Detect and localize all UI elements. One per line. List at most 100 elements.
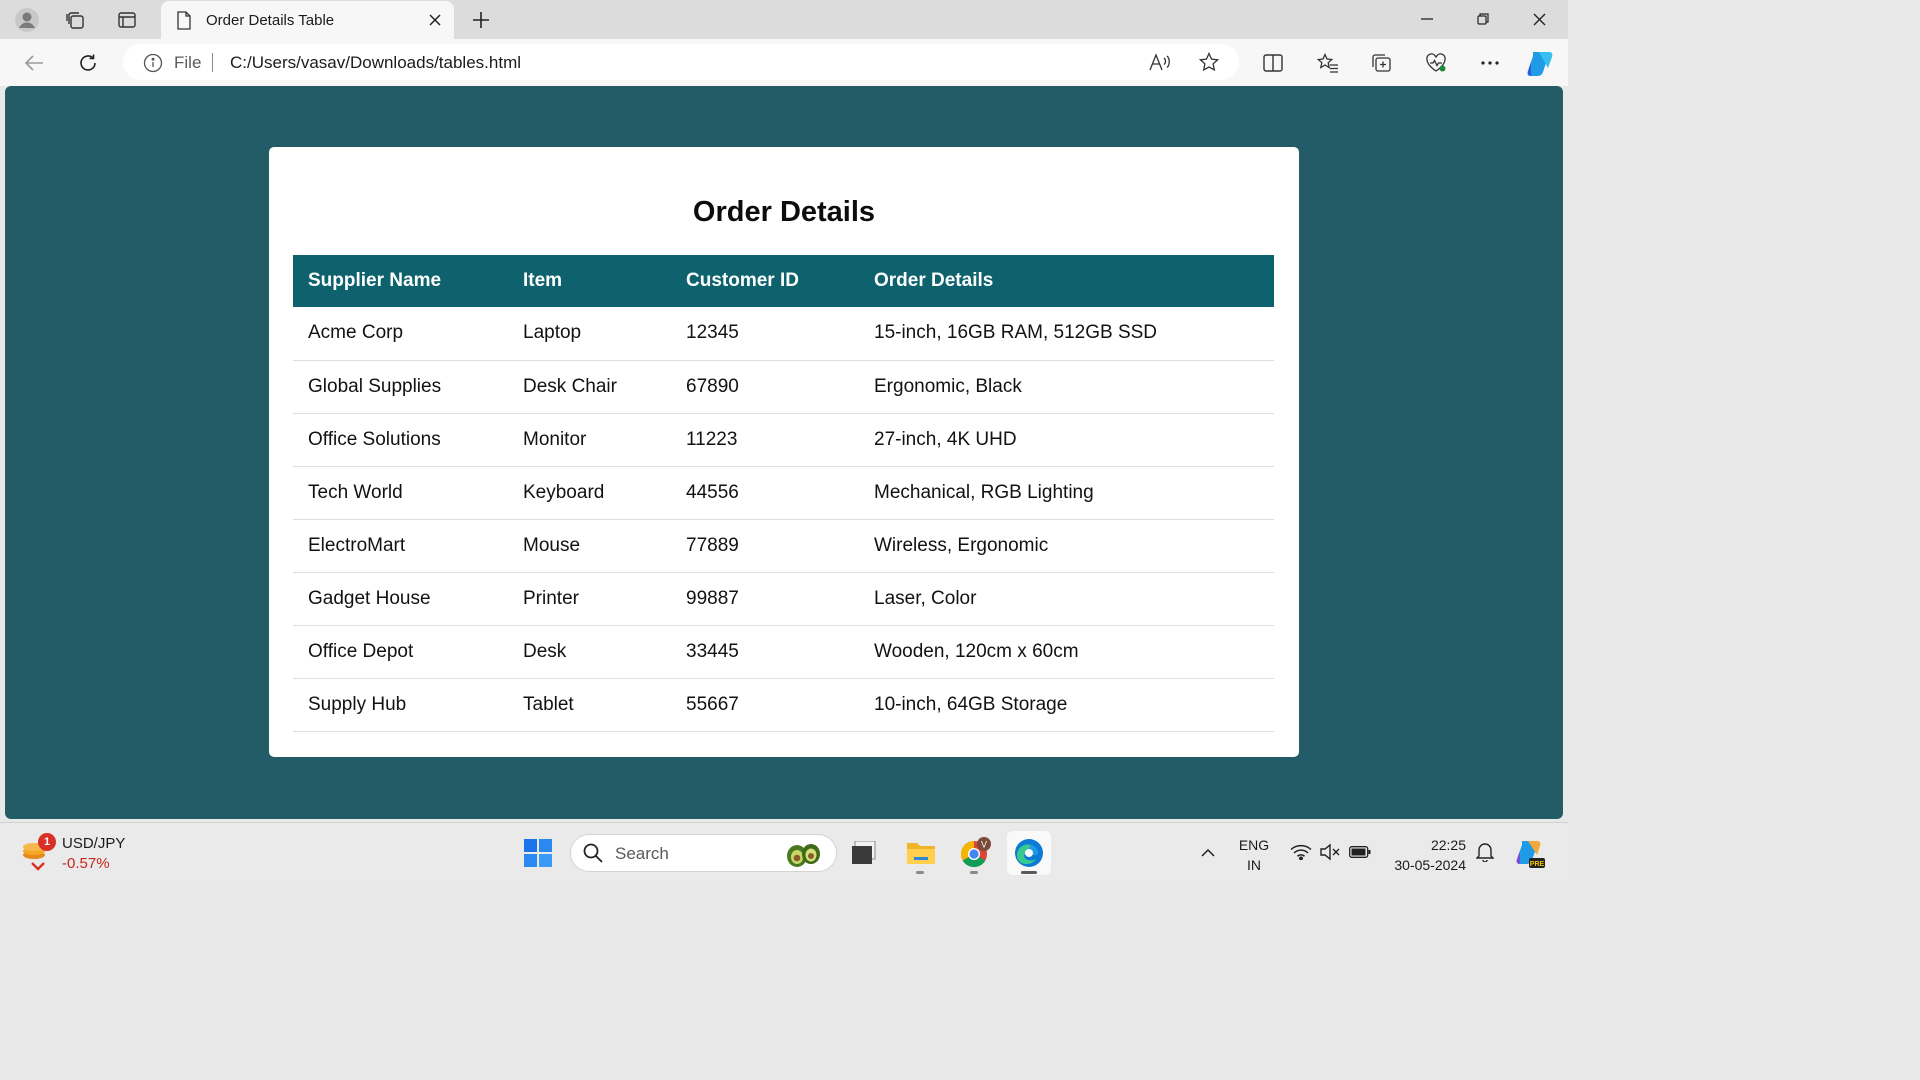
settings-more-button[interactable]: [1472, 46, 1508, 79]
tab-actions-button[interactable]: [110, 3, 144, 36]
refresh-icon: [80, 54, 96, 71]
bell-icon: [1476, 843, 1494, 862]
language-indicator[interactable]: ENG IN: [1236, 835, 1272, 875]
cell-item: Printer: [508, 572, 671, 626]
tab-title: Order Details Table: [206, 12, 335, 29]
edge-icon: [1015, 839, 1043, 867]
cell-customer-id: 44556: [671, 466, 859, 520]
table-row: Tech World Keyboard 44556 Mechanical, RG…: [293, 466, 1274, 520]
cell-supplier: Gadget House: [293, 572, 508, 626]
cell-order-details: Wooden, 120cm x 60cm: [859, 625, 1274, 679]
taskbar-app-edge[interactable]: [1007, 831, 1051, 875]
notifications-button[interactable]: [1473, 840, 1497, 864]
copilot-button[interactable]: [1522, 46, 1558, 79]
taskbar: 1 USD/JPY -0.57% Search V ENG IN 22:25 3…: [0, 822, 1568, 882]
taskbar-app-chrome[interactable]: V: [953, 831, 997, 875]
restore-button[interactable]: [1455, 0, 1511, 38]
address-bar[interactable]: File C:/Users/vasav/Downloads/tables.htm…: [123, 44, 1239, 80]
page-icon: [177, 11, 191, 30]
cell-customer-id: 77889: [671, 519, 859, 573]
volume-button[interactable]: [1318, 840, 1342, 864]
cell-customer-id: 67890: [671, 360, 859, 414]
wifi-icon: [1290, 845, 1312, 860]
taskbar-app-terminal[interactable]: [842, 831, 886, 875]
star-icon: [1199, 52, 1219, 72]
table-row: Supply Hub Tablet 55667 10-inch, 64GB St…: [293, 678, 1274, 732]
cell-order-details: 10-inch, 64GB Storage: [859, 678, 1274, 732]
table-row: Office Depot Desk 33445 Wooden, 120cm x …: [293, 625, 1274, 679]
folder-icon: [907, 843, 935, 864]
read-aloud-icon: [1149, 53, 1170, 71]
close-window-button[interactable]: [1511, 0, 1567, 38]
workspaces-icon: [66, 11, 84, 29]
column-header-item: Item: [508, 255, 671, 307]
back-button[interactable]: [17, 46, 51, 79]
cell-item: Monitor: [508, 413, 671, 467]
url-text[interactable]: C:/Users/vasav/Downloads/tables.html: [230, 53, 521, 73]
chevron-up-icon: [1201, 848, 1215, 857]
table-row: Global Supplies Desk Chair 67890 Ergonom…: [293, 360, 1274, 414]
cell-supplier: Tech World: [293, 466, 508, 520]
clock-date: 30-05-2024: [1394, 857, 1466, 873]
copilot-taskbar-button[interactable]: PRE: [1507, 831, 1551, 875]
column-header-customer-id: Customer ID: [671, 255, 859, 307]
new-tab-button[interactable]: [465, 4, 497, 36]
favorite-button[interactable]: [1194, 48, 1224, 76]
show-hidden-icons-button[interactable]: [1196, 840, 1220, 864]
cell-customer-id: 55667: [671, 678, 859, 732]
battery-button[interactable]: [1348, 840, 1372, 864]
cell-supplier: ElectroMart: [293, 519, 508, 573]
more-icon: [1481, 60, 1499, 65]
tab-close-button[interactable]: [425, 10, 445, 30]
chrome-icon: V: [960, 837, 991, 868]
widget-label: USD/JPY: [62, 835, 126, 852]
cell-supplier: Global Supplies: [293, 360, 508, 414]
refresh-button[interactable]: [71, 46, 105, 79]
taskbar-search[interactable]: Search: [570, 834, 837, 872]
page-title: Order Details: [692, 196, 876, 228]
copilot-icon: PRE: [1516, 841, 1545, 868]
table-row: ElectroMart Mouse 77889 Wireless, Ergono…: [293, 519, 1274, 573]
favorites-icon: [1317, 52, 1338, 73]
wifi-button[interactable]: [1289, 840, 1313, 864]
cell-order-details: Ergonomic, Black: [859, 360, 1274, 414]
cell-order-details: Wireless, Ergonomic: [859, 519, 1274, 573]
profile-button[interactable]: [10, 3, 44, 36]
close-icon: [429, 14, 441, 26]
tab-actions-icon: [118, 11, 136, 28]
copilot-badge: PRE: [1530, 861, 1545, 868]
start-button[interactable]: [516, 831, 560, 875]
tab-order-details[interactable]: Order Details Table: [161, 1, 454, 39]
browser-essentials-button[interactable]: [1418, 46, 1454, 79]
url-scheme-label: File: [174, 53, 202, 72]
table-row: Office Solutions Monitor 11223 27-inch, …: [293, 413, 1274, 467]
cell-order-details: 27-inch, 4K UHD: [859, 413, 1274, 467]
favorites-button[interactable]: [1310, 46, 1346, 79]
running-indicator: [970, 871, 978, 874]
cell-item: Desk Chair: [508, 360, 671, 414]
url-separator: [212, 53, 213, 72]
heart-pulse-icon: [1426, 52, 1446, 72]
collections-button[interactable]: [1364, 46, 1400, 79]
close-icon: [1533, 13, 1545, 25]
arrow-left-icon: [24, 54, 43, 71]
read-aloud-button[interactable]: [1145, 48, 1175, 76]
browser-toolbar: File C:/Users/vasav/Downloads/tables.htm…: [0, 39, 1568, 86]
taskbar-app-file-explorer[interactable]: [899, 831, 943, 875]
notification-badge: 1: [38, 833, 56, 851]
table-row: Gadget House Printer 99887 Laser, Color: [293, 572, 1274, 626]
cell-supplier: Office Depot: [293, 625, 508, 679]
cell-item: Laptop: [508, 307, 671, 361]
info-icon[interactable]: [143, 53, 163, 73]
app-window-icon: [852, 841, 876, 864]
cell-item: Mouse: [508, 519, 671, 573]
split-screen-button[interactable]: [1255, 46, 1291, 79]
plus-icon: [473, 12, 489, 28]
workspaces-button[interactable]: [58, 3, 92, 36]
minimize-button[interactable]: [1399, 0, 1455, 38]
running-indicator: [916, 871, 924, 874]
system-clock[interactable]: 22:25 30-05-2024: [1386, 835, 1466, 875]
cell-customer-id: 99887: [671, 572, 859, 626]
running-indicator: [1021, 871, 1037, 874]
table-row: Acme Corp Laptop 12345 15-inch, 16GB RAM…: [293, 307, 1274, 361]
